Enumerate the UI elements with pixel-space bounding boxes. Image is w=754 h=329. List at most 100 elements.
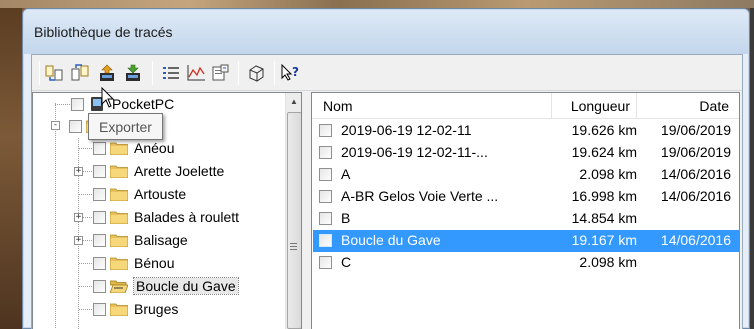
- list-row[interactable]: 2019-06-19 12-02-11-... 19.624 km 19/06/20…: [313, 142, 739, 164]
- folder-icon: [110, 165, 128, 178]
- tree-item[interactable]: Bénou: [93, 252, 301, 274]
- 3d-view-button[interactable]: [245, 62, 267, 84]
- 3d-view-icon: [249, 65, 264, 82]
- tree-item-checkbox[interactable]: [93, 233, 106, 247]
- folder-icon: [110, 211, 128, 224]
- help-pointer-icon: ?: [281, 64, 299, 81]
- tree-scrollbar[interactable]: ▲: [285, 93, 301, 329]
- column-header-length[interactable]: Longueur: [552, 93, 637, 119]
- list-row[interactable]: C 2.098 km: [313, 252, 739, 274]
- column-header-date[interactable]: Date: [637, 93, 735, 119]
- list-row[interactable]: A-BR Gelos Voie Verte ... 16.998 km 14/06/…: [313, 186, 739, 208]
- tree-collapse-toggle[interactable]: -: [51, 121, 60, 130]
- list-row-checkbox[interactable]: [319, 256, 332, 269]
- tree-item-checkbox[interactable]: [93, 187, 106, 201]
- list-row[interactable]: Boucle du Gave 19.167 km 14/06/2016: [313, 230, 739, 252]
- tree-item[interactable]: Boucle du Gave: [93, 275, 301, 297]
- tree-item-checkbox[interactable]: [93, 210, 106, 224]
- toolbar: ?: [32, 55, 742, 91]
- list-cell-date: 19/06/2019: [660, 122, 731, 138]
- list-row-checkbox[interactable]: [319, 168, 332, 181]
- tree-item-checkbox[interactable]: [93, 164, 106, 178]
- list-cell-length: 2.098 km: [579, 166, 637, 182]
- context-help-button[interactable]: ?: [280, 62, 302, 84]
- list-row-checkbox[interactable]: [319, 234, 332, 247]
- window-shadow-right: [750, 8, 754, 329]
- column-header-length-label: Longueur: [570, 98, 630, 114]
- list-cell-length: 19.626 km: [571, 122, 637, 138]
- list-cell-name: C: [341, 254, 352, 270]
- track-list[interactable]: Nom Longueur Date 2019-06-19 12-02-11 19.…: [311, 92, 740, 329]
- scroll-thumb[interactable]: [287, 112, 301, 329]
- tree-expand-toggle[interactable]: +: [74, 236, 83, 245]
- scroll-up-arrow[interactable]: ▲: [286, 93, 301, 110]
- list-row[interactable]: B 14.854 km: [313, 208, 739, 230]
- properties-button[interactable]: [210, 62, 232, 84]
- window-content: ? PocketPC - Anéou + Arette Joelette Art…: [31, 54, 743, 329]
- tree-item-label: Boucle du Gave: [133, 277, 239, 295]
- tree-item[interactable]: Anéou: [93, 137, 301, 159]
- profile-chart-icon: [187, 65, 205, 81]
- receive-from-device-button[interactable]: [122, 62, 144, 84]
- tree-item-label: Balades à roulett: [134, 209, 240, 225]
- tree-item-label: PocketPC: [112, 96, 175, 112]
- folder-icon: [110, 234, 128, 247]
- list-row[interactable]: 2019-06-19 12-02-11 19.626 km 19/06/2019: [313, 120, 739, 142]
- download-device-icon: [126, 64, 140, 81]
- tree-item[interactable]: Arette Joelette: [93, 160, 301, 182]
- list-row-checkbox[interactable]: [319, 190, 332, 203]
- list-cell-name: 2019-06-19 12-02-11: [341, 122, 472, 138]
- send-to-device-button[interactable]: [96, 62, 118, 84]
- tree-connector: [79, 263, 93, 264]
- list-view-button[interactable]: [160, 62, 182, 84]
- import-button[interactable]: [44, 62, 66, 84]
- folder-icon: [110, 303, 128, 316]
- window-title: Bibliothèque de tracés: [34, 24, 173, 40]
- list-cell-length: 2.098 km: [579, 254, 637, 270]
- folder-icon: [110, 188, 128, 201]
- list-cell-date: 19/06/2019: [660, 144, 731, 160]
- list-row[interactable]: A 2.098 km 14/06/2016: [313, 164, 739, 186]
- tree-item[interactable]: Balisage: [93, 229, 301, 251]
- tree-item-checkbox[interactable]: [71, 97, 84, 111]
- list-row-checkbox[interactable]: [319, 146, 332, 159]
- tree-item-label: Bénou: [134, 255, 175, 271]
- import-icon: [45, 65, 63, 81]
- tree-expand-toggle[interactable]: +: [74, 167, 83, 176]
- svg-text:?: ?: [292, 65, 299, 79]
- title-bar[interactable]: Bibliothèque de tracés: [24, 10, 748, 54]
- tree-item[interactable]: Bruges: [93, 298, 301, 320]
- tree-item-label: Arette Joelette: [134, 163, 225, 179]
- scroll-grip-icon: [290, 243, 297, 250]
- tree-item[interactable]: -: [47, 115, 299, 137]
- column-header-name[interactable]: Nom: [312, 93, 552, 119]
- tree-item-label: Anéou: [134, 140, 175, 156]
- list-cell-name: 2019-06-19 12-02-11-...: [341, 144, 488, 160]
- export-button[interactable]: [70, 62, 92, 84]
- list-row-checkbox[interactable]: [319, 212, 332, 225]
- column-header-date-label: Date: [699, 98, 729, 114]
- tree-item[interactable]: Balades à roulett: [93, 206, 301, 228]
- toolbar-separator: [39, 61, 40, 85]
- tree-item-checkbox[interactable]: [93, 302, 106, 316]
- list-cell-date: 14/06/2016: [660, 232, 731, 248]
- tree-item-checkbox[interactable]: [93, 279, 106, 293]
- tree-connector: [79, 194, 93, 195]
- list-cell-length: 14.854 km: [571, 210, 637, 226]
- folder-tree[interactable]: PocketPC - Anéou + Arette Joelette Artouste…: [32, 92, 302, 329]
- list-row-checkbox[interactable]: [319, 124, 332, 137]
- profile-chart-button[interactable]: [185, 62, 207, 84]
- mouse-cursor-icon: [101, 87, 115, 108]
- list-cell-length: 19.624 km: [571, 144, 637, 160]
- toolbar-separator: [152, 61, 153, 85]
- tree-item-checkbox[interactable]: [93, 141, 106, 155]
- tree-item-checkbox[interactable]: [69, 119, 82, 133]
- tree-item[interactable]: Artouste: [93, 183, 301, 205]
- list-cell-name: B: [341, 210, 351, 226]
- export-icon: [71, 64, 89, 81]
- properties-icon: [212, 64, 229, 81]
- list-cell-date: 14/06/2016: [660, 188, 731, 204]
- map-background-strip: [0, 0, 754, 8]
- tree-item-checkbox[interactable]: [93, 256, 106, 270]
- tree-expand-toggle[interactable]: +: [74, 213, 83, 222]
